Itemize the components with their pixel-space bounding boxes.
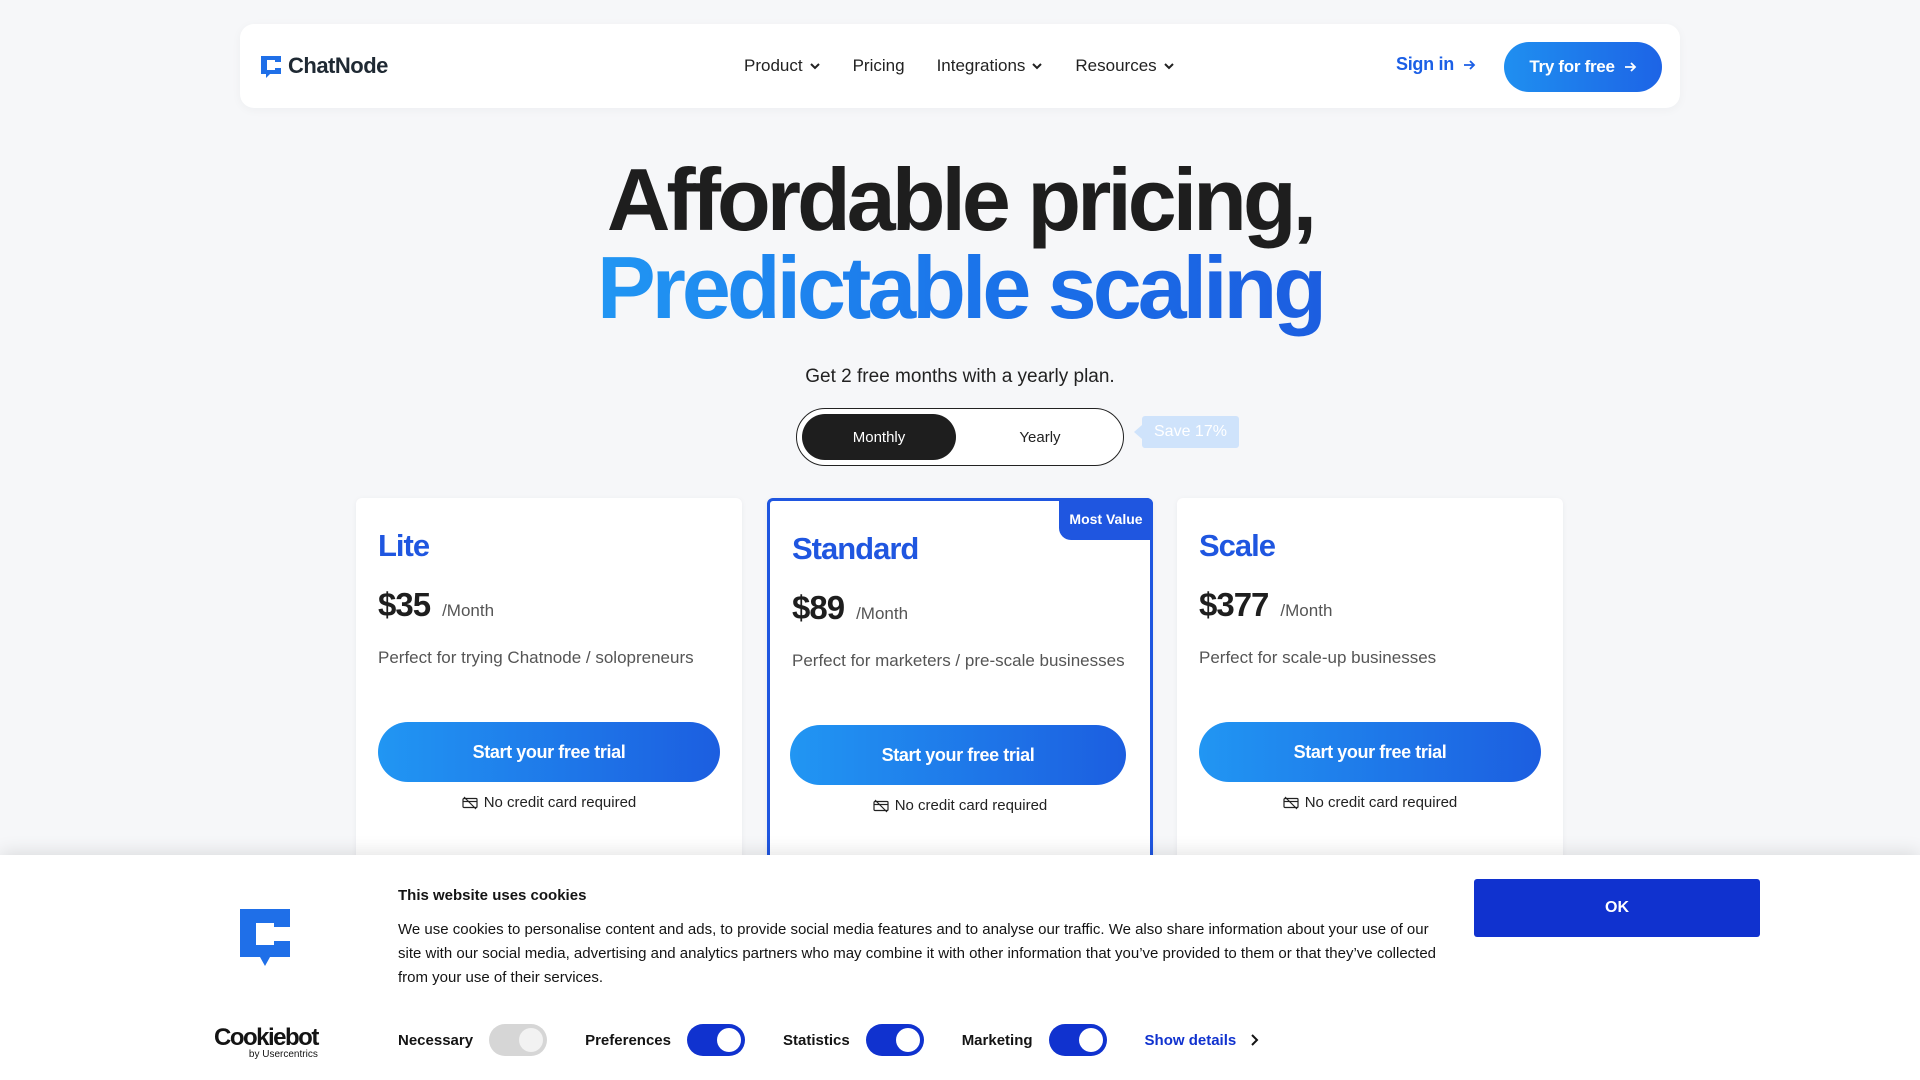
switch-knob (716, 1028, 741, 1052)
toggle-monthly[interactable]: Monthly (802, 414, 956, 460)
plan-card-lite: Lite $35 /Month Perfect for trying Chatn… (356, 498, 742, 878)
chatnode-logo-icon (261, 56, 281, 78)
plan-price: $377 (1199, 586, 1269, 623)
chevron-down-icon (1163, 63, 1174, 70)
nav-integrations[interactable]: Integrations (937, 56, 1044, 76)
show-details-label: Show details (1144, 1031, 1237, 1049)
brand-name: ChatNode (288, 53, 388, 78)
price-row: $377 /Month (1199, 586, 1332, 624)
chevron-right-icon (1251, 1034, 1259, 1046)
plan-description: Perfect for trying Chatnode / solopreneu… (378, 648, 694, 667)
hero-title-line2-text: Predictable scaling (596, 238, 1327, 337)
no-credit-card-note: No credit card required (770, 797, 1150, 814)
no-credit-card-label: No credit card required (894, 797, 1048, 814)
switch-knob (519, 1028, 544, 1052)
nav-pricing-label: Pricing (852, 56, 905, 75)
no-credit-card-label: No credit card required (1304, 794, 1458, 811)
no-credit-card-icon (1283, 796, 1299, 809)
start-trial-button[interactable]: Start your free trial (790, 725, 1126, 785)
hero-title-line1: Affordable pricing, (606, 150, 1317, 249)
cookie-banner: Cookiebot by Usercentrics This website u… (0, 855, 1920, 1080)
plan-period: /Month (442, 601, 495, 620)
plan-period: /Month (1280, 601, 1333, 620)
nav-resources-label: Resources (1075, 56, 1157, 75)
plan-period: /Month (856, 604, 909, 623)
cookie-title: This website uses cookies (398, 887, 587, 904)
nav-pricing[interactable]: Pricing (853, 56, 905, 76)
nav-integrations-label: Integrations (936, 56, 1026, 75)
consent-statistics-switch[interactable] (865, 1024, 924, 1056)
plan-price: $89 (792, 589, 845, 626)
no-credit-card-note: No credit card required (356, 794, 742, 811)
plan-description: Perfect for scale-up businesses (1199, 648, 1437, 667)
save-badge: Save 17% (1134, 416, 1239, 448)
plan-card-scale: Scale $377 /Month Perfect for scale-up b… (1177, 498, 1563, 878)
try-for-free-button[interactable]: Try for free (1504, 42, 1662, 92)
no-credit-card-icon (462, 796, 478, 809)
signin-label: Sign in (1396, 54, 1454, 74)
consent-necessary-label: Necessary (398, 1031, 474, 1049)
toggle-yearly[interactable]: Yearly (963, 414, 1117, 460)
switch-knob (895, 1028, 920, 1052)
plan-name: Scale (1199, 528, 1276, 563)
plan-name: Standard (792, 531, 919, 566)
cookiebot-logo[interactable]: Cookiebot by Usercentrics (214, 1024, 319, 1061)
try-for-free-label: Try for free (1529, 57, 1615, 76)
site-header: ChatNode Product Pricing Integrations Re… (240, 24, 1680, 108)
arrow-right-icon (1624, 62, 1636, 72)
plan-price: $35 (378, 586, 431, 623)
nav-resources[interactable]: Resources (1075, 56, 1174, 76)
consent-marketing-label: Marketing (961, 1031, 1033, 1049)
brand-logo[interactable]: ChatNode (258, 53, 388, 79)
signin-link[interactable]: Sign in (1396, 54, 1476, 75)
most-value-badge: Most Value (1059, 498, 1153, 540)
consent-preferences-switch[interactable] (686, 1024, 745, 1056)
nav-product-label: Product (744, 56, 803, 75)
price-row: $89 /Month (792, 589, 908, 627)
no-credit-card-icon (873, 799, 889, 812)
nav-product[interactable]: Product (744, 56, 821, 76)
main-nav: Product Pricing Integrations Resources (744, 24, 1175, 108)
chevron-down-icon (809, 63, 820, 70)
plan-name: Lite (378, 528, 430, 563)
consent-necessary-switch (489, 1024, 548, 1056)
start-trial-button[interactable]: Start your free trial (378, 722, 720, 782)
cookiebot-wordmark: Cookiebot (214, 1024, 319, 1051)
start-trial-button[interactable]: Start your free trial (1199, 722, 1541, 782)
plan-description: Perfect for marketers / pre-scale busine… (792, 651, 1125, 670)
price-row: $35 /Month (378, 586, 494, 624)
hero-subtitle: Get 2 free months with a yearly plan. (805, 366, 1115, 387)
arrow-right-icon (1463, 59, 1476, 70)
chevron-down-icon (1032, 63, 1043, 70)
cookie-text: We use cookies to personalise content an… (398, 921, 1437, 986)
switch-knob (1078, 1028, 1103, 1052)
consent-marketing-switch[interactable] (1048, 1024, 1107, 1056)
chatnode-logo-icon (240, 909, 290, 966)
consent-statistics-label: Statistics (782, 1031, 850, 1049)
no-credit-card-label: No credit card required (483, 794, 637, 811)
cookie-ok-button[interactable]: OK (1474, 879, 1760, 937)
consent-preferences-label: Preferences (585, 1031, 671, 1049)
show-details-link[interactable]: Show details (1145, 1032, 1261, 1049)
hero-title-line2: Predictable scaling (0, 240, 1920, 336)
no-credit-card-note: No credit card required (1177, 794, 1563, 811)
plan-card-standard: Most Value Standard $89 /Month Perfect f… (767, 498, 1153, 898)
consent-toggles: Necessary Preferences Statistics Marketi… (398, 1023, 1260, 1057)
billing-toggle: Monthly Yearly (796, 408, 1124, 466)
